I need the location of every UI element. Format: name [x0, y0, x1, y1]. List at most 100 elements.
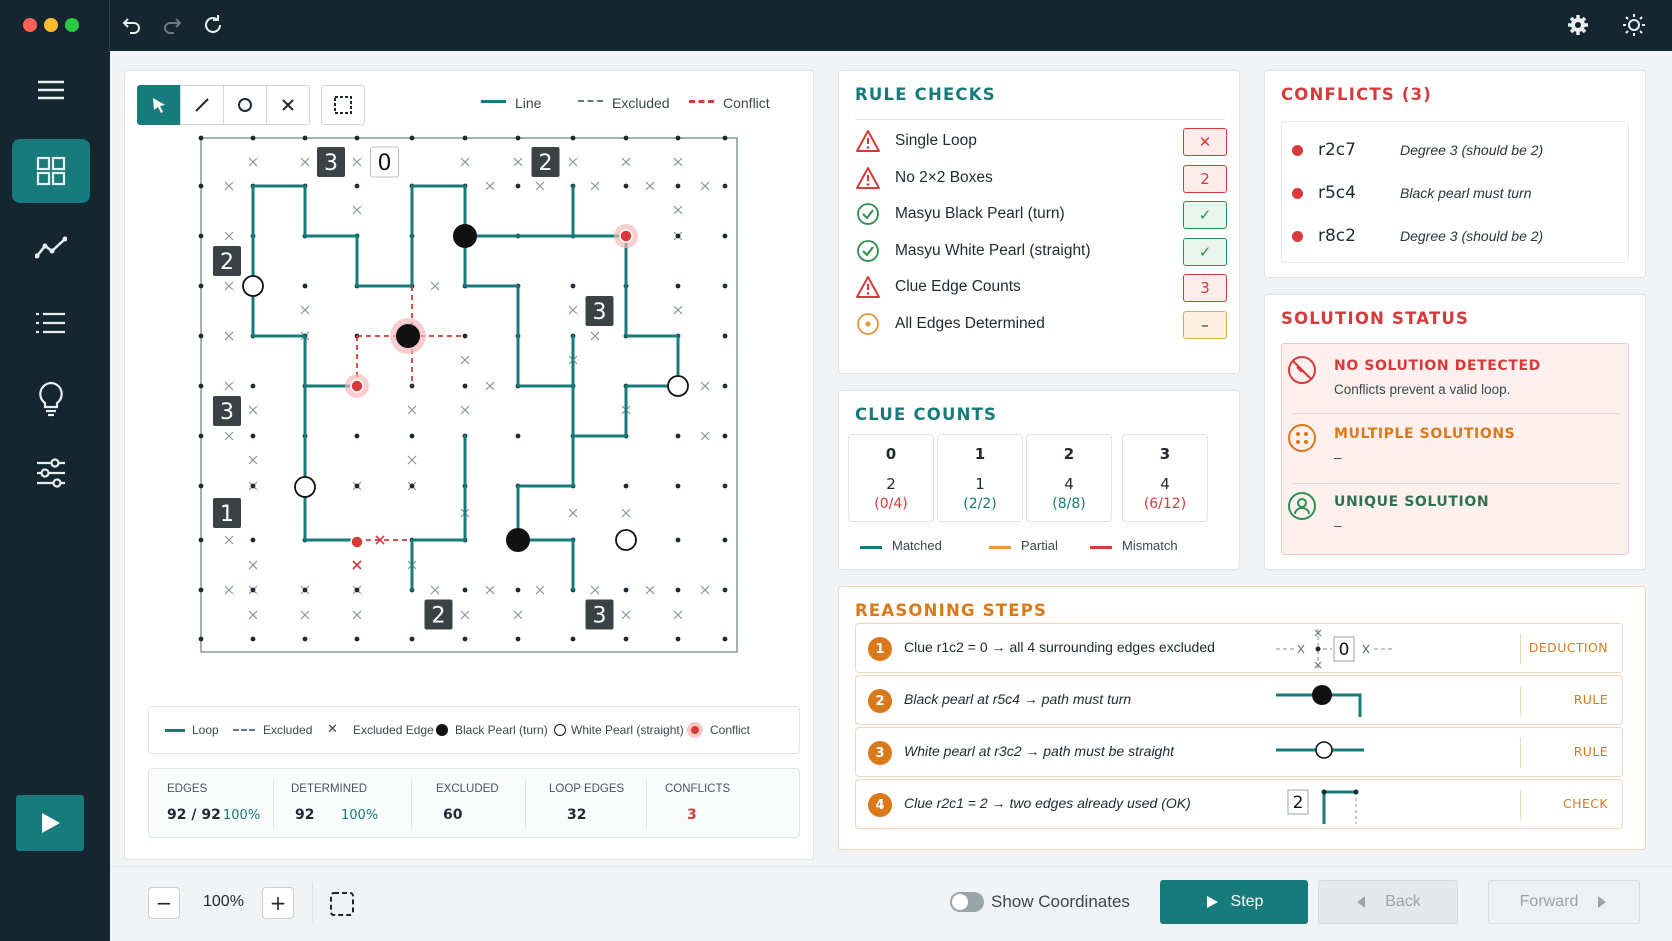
- divider: [855, 119, 1225, 120]
- clue-cell[interactable]: 3: [317, 147, 345, 177]
- clue-cell[interactable]: 2: [213, 246, 241, 276]
- line-tool-button[interactable]: [180, 85, 224, 125]
- sidebar-item-hints[interactable]: [12, 367, 90, 431]
- board-legend: Loop Excluded ✕ Excluded Edge Black Pear…: [148, 706, 800, 754]
- stat-determined-pct: 100%: [341, 808, 379, 823]
- sidebar-item-chart[interactable]: [12, 216, 90, 280]
- zoom-out-button[interactable]: −: [148, 887, 180, 919]
- fit-view-button[interactable]: [328, 890, 356, 918]
- stat-edges-label: EDGES: [167, 783, 208, 795]
- show-coordinates-toggle[interactable]: [950, 892, 984, 912]
- undo-icon[interactable]: [118, 11, 146, 39]
- play-button[interactable]: [16, 795, 84, 851]
- grid-dot: [250, 537, 256, 543]
- reasoning-step[interactable]: 3 White pearl at r3c2 → path must be stra…: [855, 727, 1623, 777]
- grid-dot: [623, 135, 629, 141]
- rule-check-row: Masyu Black Pearl (turn) ✓: [855, 199, 1227, 231]
- refresh-icon[interactable]: [199, 11, 227, 39]
- back-button[interactable]: Back: [1318, 880, 1458, 924]
- user-check-icon: [1288, 492, 1316, 520]
- rule-check-label: Masyu Black Pearl (turn): [895, 205, 1065, 222]
- redo-icon[interactable]: [158, 11, 186, 39]
- grid-dot: [354, 587, 360, 593]
- conflict-white-pearl[interactable]: [345, 374, 369, 398]
- sidebar-item-settings[interactable]: [12, 441, 90, 505]
- clue-cell[interactable]: 3: [213, 396, 241, 426]
- reasoning-step[interactable]: 1 Clue r1c2 = 0 → all 4 surrounding edges…: [855, 623, 1623, 673]
- conflict-row[interactable]: r8c2 Degree 3 (should be 2): [1288, 222, 1608, 252]
- grid-dot: [675, 233, 681, 239]
- conflict-message: Degree 3 (should be 2): [1400, 228, 1544, 244]
- clue-cell[interactable]: 1: [213, 498, 241, 528]
- conflict-dot-icon: [1292, 188, 1303, 199]
- menu-button[interactable]: [12, 58, 90, 122]
- clue-ratio: (2/2): [963, 496, 997, 512]
- x-icon: [282, 99, 294, 111]
- black-pearl[interactable]: [506, 528, 530, 552]
- conflict-dot-icon: [1292, 231, 1303, 242]
- divider: [646, 779, 647, 829]
- divider: [110, 866, 1672, 867]
- step-button[interactable]: Step: [1160, 880, 1308, 924]
- white-pearl[interactable]: [294, 476, 316, 498]
- step-number: 4: [868, 793, 892, 817]
- grid-dot: [409, 636, 415, 642]
- clue-count-card: 1 1 (2/2): [937, 434, 1023, 522]
- step-label: Step: [1230, 893, 1264, 910]
- reasoning-step[interactable]: 4 Clue r2c1 = 2 → two edges already used …: [855, 779, 1623, 829]
- grid-dot: [515, 183, 521, 189]
- rule-check-row: No 2×2 Boxes 2: [855, 163, 1227, 195]
- conflict-row[interactable]: r2c7 Degree 3 (should be 2): [1288, 136, 1608, 166]
- grid-dot: [722, 483, 728, 489]
- rule-check-badge: ✓: [1183, 237, 1227, 266]
- white-pearl[interactable]: [350, 535, 364, 549]
- reasoning-title: REASONING STEPS: [855, 601, 1048, 620]
- reasoning-step[interactable]: 2 Black pearl at r5c4 → path must turn RUL…: [855, 675, 1623, 725]
- divider: [411, 779, 412, 829]
- maximize-window-button[interactable]: [65, 18, 79, 32]
- no-solution-title: NO SOLUTION DETECTED: [1334, 358, 1541, 374]
- exclude-tool-button[interactable]: [266, 85, 310, 125]
- circle-tool-button[interactable]: [223, 85, 267, 125]
- sidebar-item-list[interactable]: [12, 291, 90, 355]
- conflict-row[interactable]: r5c4 Black pearl must turn: [1288, 179, 1608, 209]
- close-window-button[interactable]: [23, 18, 37, 32]
- legend-black-pearl-label: Black Pearl (turn): [455, 723, 548, 737]
- grid-dot: [722, 135, 728, 141]
- clue-cell[interactable]: 2: [531, 147, 560, 177]
- puzzle-board[interactable]: 3 0 2 2 3 3 1 2 3: [190, 130, 750, 660]
- rule-check-row: Single Loop ✕: [855, 126, 1227, 158]
- conflict-white-pearl[interactable]: [614, 224, 638, 248]
- grid-dot: [623, 587, 629, 593]
- white-pearl[interactable]: [667, 375, 689, 397]
- white-pearl[interactable]: [242, 275, 264, 297]
- conflict-black-pearl[interactable]: [390, 318, 426, 354]
- sun-icon[interactable]: [1620, 11, 1648, 39]
- sidebar-item-grid[interactable]: [12, 139, 90, 203]
- sidebar: [0, 51, 110, 941]
- minimize-window-button[interactable]: [44, 18, 58, 32]
- legend-excluded-label: Excluded: [263, 723, 313, 737]
- mismatch-swatch: [1090, 546, 1112, 549]
- grid-dot: [198, 283, 204, 289]
- grid-dot: [302, 135, 308, 141]
- gear-icon[interactable]: [1564, 11, 1592, 39]
- grid-dot: [515, 135, 521, 141]
- select-tool-button[interactable]: [137, 85, 181, 125]
- grid-dot: [515, 636, 521, 642]
- zoom-in-button[interactable]: +: [262, 887, 294, 919]
- marquee-tool-button[interactable]: [321, 85, 365, 125]
- clue-cell[interactable]: 2: [424, 599, 453, 630]
- step-text-wrap: Clue r1c2 = 0 → all 4 surrounding edges …: [904, 639, 1215, 655]
- conflict-cell: r8c2: [1318, 226, 1356, 246]
- forward-button[interactable]: Forward: [1488, 880, 1640, 924]
- rule-check-row: Masyu White Pearl (straight) ✓: [855, 236, 1227, 268]
- white-pearl[interactable]: [615, 529, 637, 551]
- clue-cell[interactable]: 3: [585, 599, 614, 630]
- grid-dot: [198, 383, 204, 389]
- step-diagram: [1276, 741, 1364, 759]
- clue-cell[interactable]: 3: [585, 296, 614, 326]
- clue-cell[interactable]: 0: [370, 146, 399, 178]
- black-pearl[interactable]: [453, 224, 477, 248]
- rule-check-row: All Edges Determined –: [855, 309, 1227, 341]
